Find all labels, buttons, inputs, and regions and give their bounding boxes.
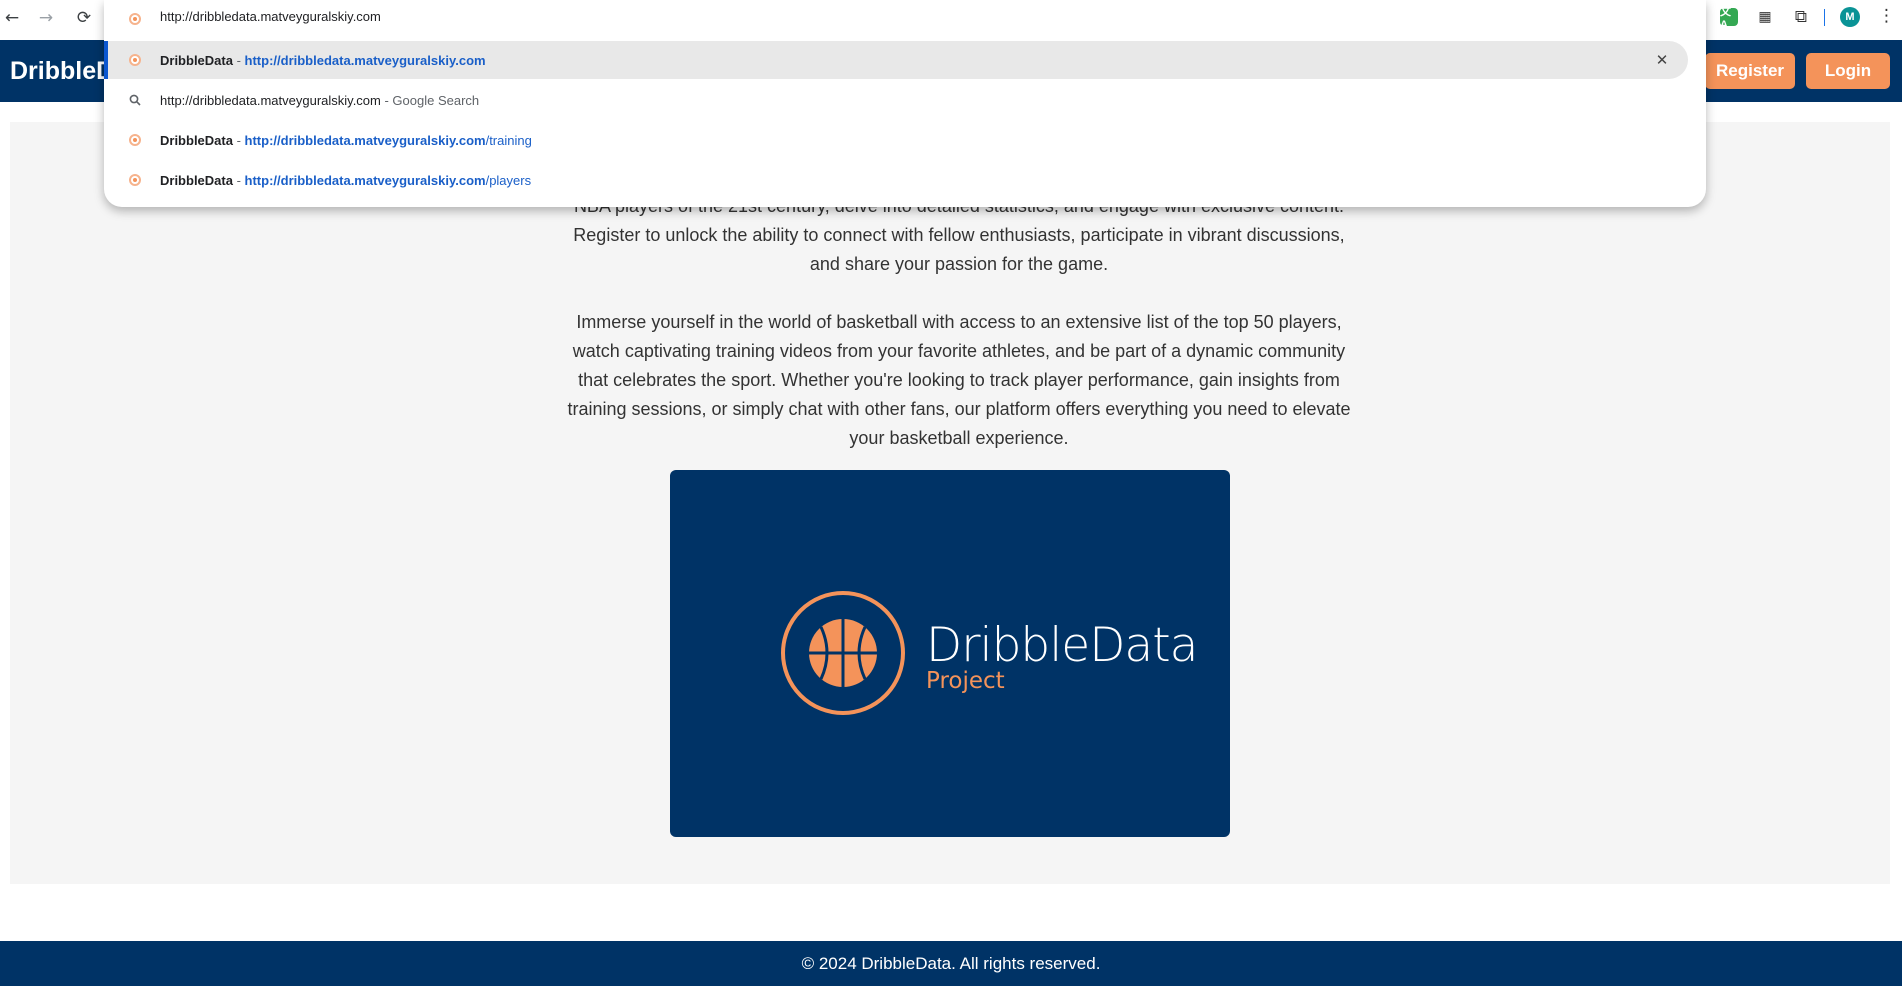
- hero-subtitle: Project: [926, 668, 1005, 694]
- hero-title: DribbleData: [926, 618, 1198, 673]
- site-footer: © 2024 DribbleData. All rights reserved.: [0, 941, 1902, 986]
- back-arrow-icon[interactable]: ←: [0, 6, 24, 30]
- search-hint: - Google Search: [380, 92, 480, 108]
- login-button[interactable]: Login: [1806, 53, 1890, 89]
- omnibox-dropdown: DribbleData - http://dribbledata.matveyg…: [104, 0, 1706, 207]
- suggestion-row[interactable]: DribbleData - http://dribbledata.matveyg…: [104, 121, 1688, 159]
- footer-copyright: © 2024 DribbleData. All rights reserved.: [801, 953, 1101, 973]
- suggestion-url: http://dribbledata.matveyguralskiy.com: [244, 52, 486, 68]
- suggestion-title: DribbleData: [160, 132, 233, 148]
- suggestion-url-path: /training: [485, 132, 532, 148]
- suggestion-text: DribbleData - http://dribbledata.matveyg…: [160, 53, 486, 68]
- reload-icon[interactable]: ⟳: [72, 6, 96, 30]
- suggestion-separator: -: [232, 52, 245, 68]
- suggestion-title: DribbleData: [160, 52, 233, 68]
- remove-suggestion-close-icon[interactable]: ✕: [1651, 49, 1673, 71]
- toolbar-divider: [1824, 9, 1825, 26]
- profile-avatar[interactable]: M: [1840, 7, 1860, 27]
- suggestion-url: http://dribbledata.matveyguralskiy.com: [244, 172, 486, 188]
- browser-menu-icon[interactable]: ⋮: [1878, 6, 1895, 26]
- address-bar[interactable]: [104, 0, 1706, 36]
- register-button[interactable]: Register: [1705, 53, 1795, 89]
- main-content: NBA players of the 21st century, delve i…: [10, 122, 1890, 884]
- intro-paragraph-2: Immerse yourself in the world of basketb…: [567, 312, 1351, 448]
- suggestion-text: DribbleData - http://dribbledata.matveyg…: [160, 133, 532, 148]
- extensions-puzzle-icon[interactable]: ⧉: [1790, 6, 1812, 28]
- suggestion-text: http://dribbledata.matveyguralskiy.com -…: [160, 93, 479, 108]
- suggestion-title: DribbleData: [160, 172, 233, 188]
- hero-logo-image: DribbleData Project: [670, 470, 1230, 837]
- qr-code-extension-icon[interactable]: ▦: [1754, 6, 1776, 28]
- suggestion-row[interactable]: http://dribbledata.matveyguralskiy.com -…: [104, 81, 1688, 119]
- suggestion-separator: -: [232, 172, 245, 188]
- suggestion-separator: -: [232, 132, 245, 148]
- extensions-area: 文A ▦ ⧉ M ⋮: [1702, 6, 1902, 31]
- suggestion-row[interactable]: DribbleData - http://dribbledata.matveyg…: [104, 161, 1688, 199]
- site-favicon-icon: [128, 12, 142, 26]
- translate-extension-icon[interactable]: 文A: [1720, 6, 1738, 31]
- search-icon: [128, 93, 142, 107]
- suggestion-text: DribbleData - http://dribbledata.matveyg…: [160, 173, 531, 188]
- site-favicon-icon: [128, 53, 142, 67]
- site-favicon-icon: [128, 173, 142, 187]
- address-input[interactable]: [160, 9, 1560, 24]
- suggestion-url: http://dribbledata.matveyguralskiy.com: [244, 132, 486, 148]
- forward-arrow-icon[interactable]: →: [34, 6, 58, 30]
- search-query: http://dribbledata.matveyguralskiy.com: [160, 92, 381, 108]
- site-favicon-icon: [128, 133, 142, 147]
- intro-text: NBA players of the 21st century, delve i…: [564, 192, 1354, 482]
- suggestion-row[interactable]: DribbleData - http://dribbledata.matveyg…: [104, 41, 1688, 79]
- suggestion-url-path: /players: [485, 172, 532, 188]
